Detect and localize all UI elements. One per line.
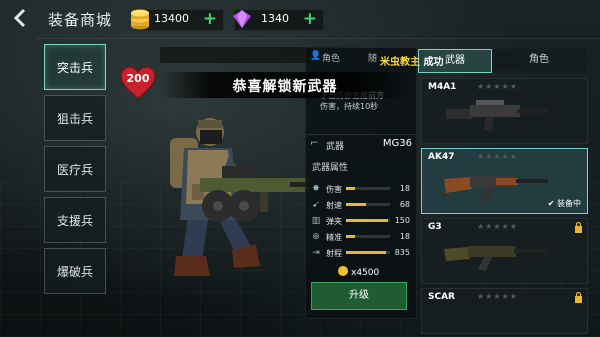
panel-tab-random[interactable]: 随 — [368, 51, 377, 64]
stat-bar — [346, 203, 390, 206]
page-title: 装备商城 — [48, 11, 113, 29]
weapon-label: 武器 — [326, 142, 345, 152]
stat-range: ⇥ 射程 835 — [310, 247, 412, 259]
weapon-card-name: M4A1 — [428, 82, 457, 92]
back-arrow-icon[interactable] — [10, 7, 32, 29]
stat-value: 18 — [399, 184, 410, 193]
star-rating: ★★★★★ — [477, 292, 518, 301]
weapon-card-scar[interactable]: SCAR ★★★★★ — [421, 288, 588, 334]
add-coins-button[interactable]: + — [203, 9, 217, 29]
weapon-card-name: AK47 — [428, 152, 455, 162]
stat-bar — [346, 219, 390, 222]
class-tab-demolition[interactable]: 爆破兵 — [44, 248, 106, 294]
stat-fire-rate: ➹ 射速 68 — [310, 199, 412, 211]
class-tab-medic[interactable]: 医疗兵 — [44, 146, 106, 192]
stat-name: 弹夹 — [326, 217, 342, 226]
stat-name: 射速 — [326, 201, 342, 210]
skill-description-line2: 伤害，持续10秒 — [320, 102, 379, 111]
class-tab-assault[interactable]: 突击兵 — [44, 44, 106, 90]
gem-counter: 1340 + — [233, 9, 324, 31]
upgrade-price: x4500 — [338, 266, 379, 278]
divider — [36, 38, 600, 39]
stat-magazine: ▥ 弹夹 150 — [310, 215, 412, 227]
soldier-character — [170, 118, 310, 276]
rifle-m4a1-icon — [446, 100, 548, 132]
panel-role-icon: 👤 — [310, 51, 322, 61]
weapon-name: MG36 — [382, 138, 412, 149]
health-badge: 200 — [118, 64, 158, 100]
star-rating: ★★★★★ — [477, 152, 518, 161]
panel-tab-role[interactable]: 角色 — [322, 51, 340, 64]
stat-damage: ✸ 伤害 18 — [310, 183, 412, 195]
stat-bar — [346, 235, 390, 238]
rifle-g3-icon — [444, 246, 548, 271]
class-tab-sniper[interactable]: 狙击兵 — [44, 95, 106, 141]
gem-amount: 1340 — [261, 12, 289, 25]
weapon-card-ak47[interactable]: AK47 ★★★★★ ✔ 装备中 — [421, 148, 588, 214]
stat-bar — [346, 187, 390, 190]
star-rating: ★★★★★ — [477, 222, 518, 231]
stat-bar — [346, 251, 390, 254]
attributes-title: 武器属性 — [312, 163, 349, 173]
damage-icon: ✸ — [312, 184, 320, 194]
gem-icon — [233, 10, 251, 28]
weapon-card-name: G3 — [428, 222, 442, 232]
header-strip — [160, 47, 310, 63]
range-icon: ⇥ — [312, 248, 320, 258]
unlock-banner: 恭喜解锁新武器 — [160, 72, 410, 98]
unlock-toast: 米虫教主 成功 — [380, 53, 443, 68]
health-value: 200 — [126, 72, 150, 85]
weapon-card-m4a1[interactable]: M4A1 ★★★★★ — [421, 78, 588, 144]
star-rating: ★★★★★ — [477, 82, 518, 91]
fire-rate-icon: ➹ — [312, 200, 320, 210]
stat-accuracy: ⊕ 精准 18 — [310, 231, 412, 243]
unlock-message: 恭喜解锁新武器 — [232, 79, 338, 95]
upgrade-button[interactable]: 升级 — [311, 282, 407, 310]
top-bar: 装备商城 13400 + 1340 + — [0, 0, 600, 38]
price-value: x4500 — [351, 268, 380, 278]
equipped-badge: ✔ 装备中 — [547, 199, 581, 208]
stat-value: 835 — [394, 248, 410, 257]
stat-value: 68 — [399, 200, 410, 209]
coin-counter: 13400 + — [131, 9, 224, 31]
stat-value: 150 — [394, 216, 410, 225]
stat-name: 射程 — [326, 249, 342, 258]
lock-icon — [575, 292, 582, 303]
toast-suffix: 成功 — [423, 57, 444, 68]
class-tab-support[interactable]: 支援兵 — [44, 197, 106, 243]
weapon-card-name: SCAR — [428, 292, 455, 302]
class-list: 突击兵 狙击兵 医疗兵 支援兵 爆破兵 — [44, 44, 106, 299]
add-gems-button[interactable]: + — [303, 9, 317, 29]
stat-name: 精准 — [326, 233, 342, 242]
stat-name: 伤害 — [326, 185, 342, 194]
divider — [306, 134, 416, 135]
crosshair-icon: ⊕ — [312, 232, 320, 242]
weapon-card-g3[interactable]: G3 ★★★★★ — [421, 218, 588, 284]
stat-value: 18 — [399, 232, 410, 241]
rifle-icon: ⌐ — [310, 138, 319, 149]
coin-stack-icon — [131, 9, 149, 30]
lock-icon — [575, 222, 582, 233]
magazine-icon: ▥ — [311, 216, 321, 226]
coin-icon — [338, 266, 348, 276]
tab-role[interactable]: 角色 — [492, 49, 586, 71]
coin-amount: 13400 — [154, 12, 189, 25]
rifle-ak47-icon — [444, 176, 548, 203]
toast-username: 米虫教主 — [380, 57, 420, 68]
